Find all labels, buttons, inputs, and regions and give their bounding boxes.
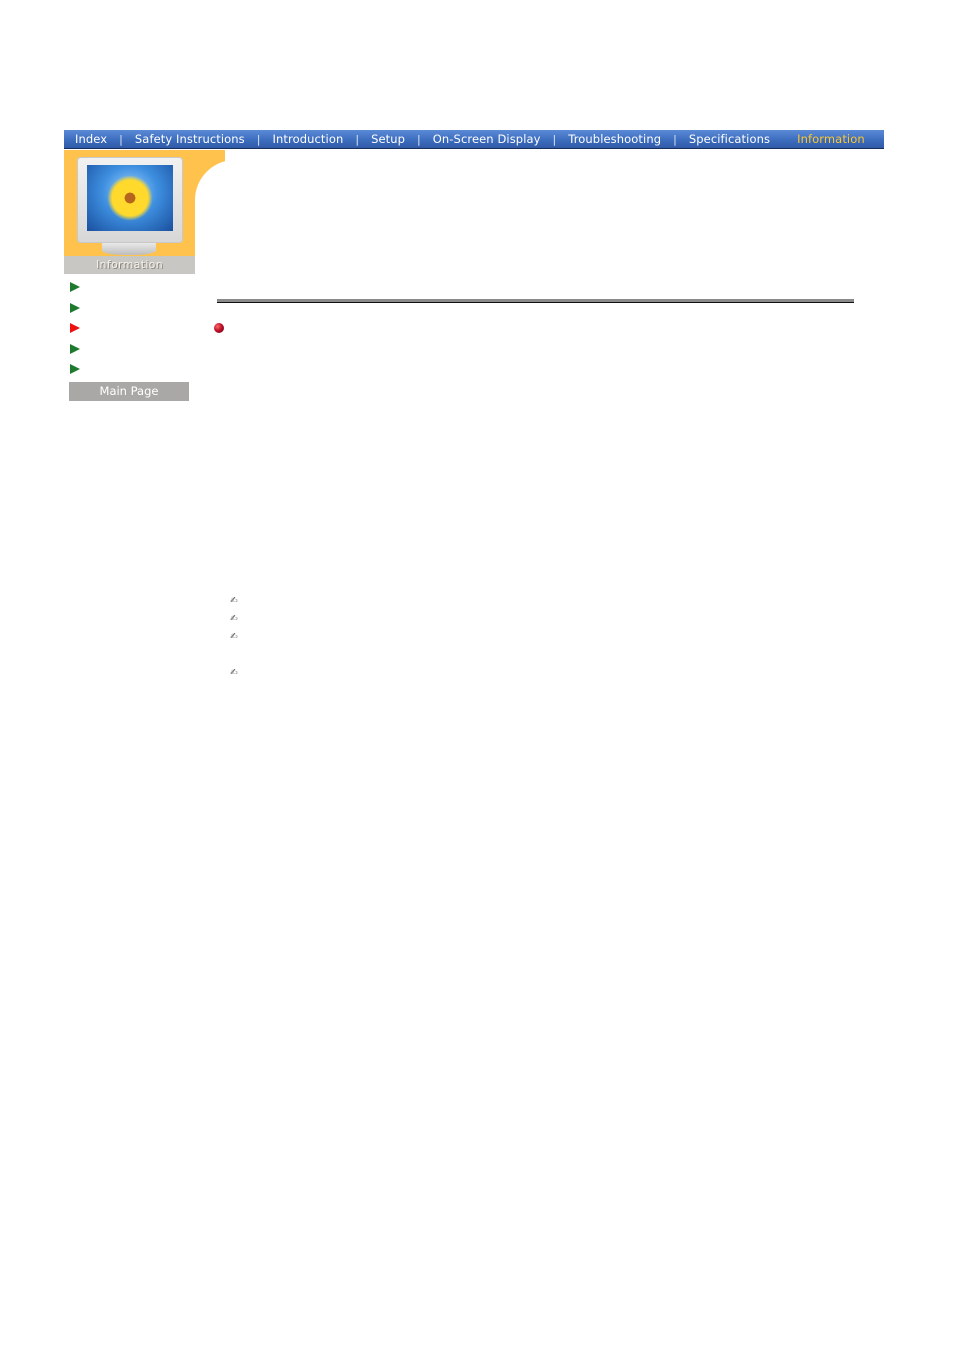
sidebar-item-4[interactable] <box>70 339 190 360</box>
nav-specifications[interactable]: Specifications <box>689 132 770 146</box>
green-arrow-icon <box>70 282 80 293</box>
nav-separator: | <box>673 132 677 146</box>
nav-information[interactable]: Information <box>797 132 865 146</box>
sidebar-item-3-current[interactable] <box>70 318 190 339</box>
green-arrow-icon <box>70 343 80 354</box>
pencil-note-icon: ✍ <box>230 632 238 642</box>
content-divider <box>217 299 854 303</box>
red-arrow-icon <box>70 323 80 334</box>
nav-separator: | <box>417 132 421 146</box>
section-title-label: Information <box>64 256 195 274</box>
sidebar-item-1[interactable] <box>70 277 190 298</box>
nav-separator: | <box>355 132 360 146</box>
nav-separator: | <box>119 132 123 146</box>
sidebar-item-2[interactable] <box>70 298 190 319</box>
red-ball-icon <box>214 323 224 333</box>
green-arrow-icon <box>70 364 80 375</box>
monitor-stand <box>102 243 156 255</box>
monitor-screen <box>87 165 173 231</box>
nav-separator: | <box>256 132 261 146</box>
nav-setup[interactable]: Setup <box>371 132 405 146</box>
pencil-note-icon: ✍ <box>230 596 238 606</box>
main-page-button[interactable]: Main Page <box>69 382 189 401</box>
nav-introduction[interactable]: Introduction <box>273 132 344 146</box>
nav-safety-instructions[interactable]: Safety Instructions <box>135 132 245 146</box>
sidebar-nav <box>70 277 190 380</box>
pencil-note-icon: ✍ <box>230 614 238 624</box>
sunflower-image <box>107 175 153 221</box>
nav-separator: | <box>552 132 557 146</box>
top-nav-bar: Index | Safety Instructions | Introducti… <box>64 130 884 149</box>
nav-troubleshooting[interactable]: Troubleshooting <box>568 132 661 146</box>
monitor-image <box>77 157 183 243</box>
green-arrow-icon <box>70 302 80 313</box>
nav-index[interactable]: Index <box>75 132 107 146</box>
hero-curve-decoration <box>195 150 225 200</box>
sidebar-item-5[interactable] <box>70 359 190 380</box>
nav-on-screen-display[interactable]: On-Screen Display <box>433 132 541 146</box>
pencil-note-icon: ✍ <box>230 668 238 678</box>
